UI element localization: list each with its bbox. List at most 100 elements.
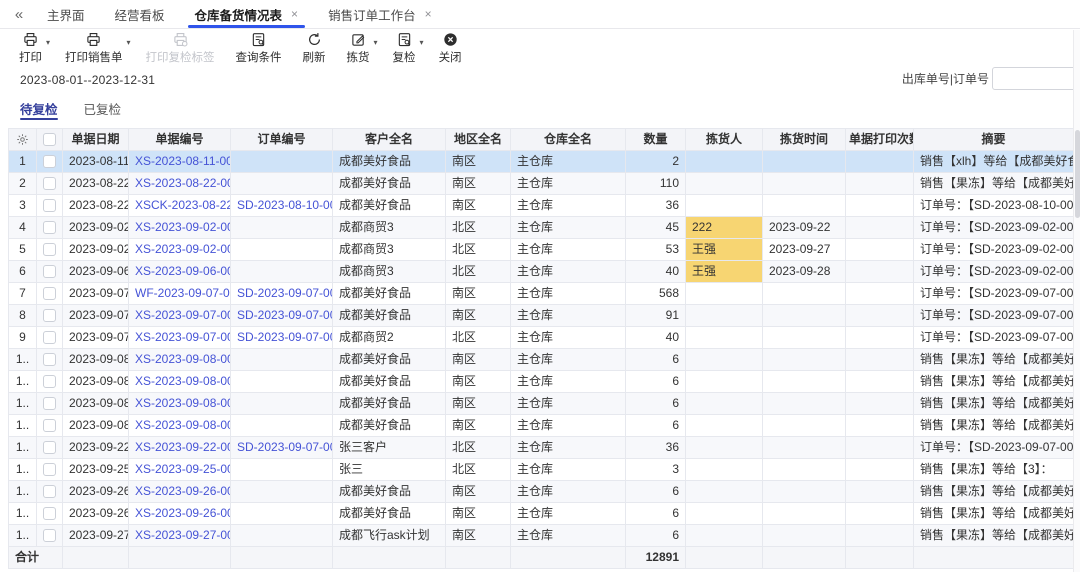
tab-warehouse-report[interactable]: 仓库备货情况表 × <box>180 0 314 28</box>
cell-doc-number[interactable]: XS-2023-09-08-00026 <box>128 392 231 415</box>
row-checkbox[interactable] <box>43 265 56 279</box>
table-row[interactable]: 4 2023-09-02 XS-2023-09-02-00016 成都商贸3 北… <box>8 216 1074 239</box>
cell-doc-number[interactable]: XS-2023-09-27-00034 <box>128 524 231 547</box>
cell-order-number[interactable] <box>230 524 333 547</box>
row-checkbox[interactable] <box>43 353 56 367</box>
tab-close-icon[interactable]: × <box>425 7 432 21</box>
cell-order-number[interactable]: SD-2023-09-07-00009 <box>230 282 333 305</box>
cell-doc-number[interactable]: XS-2023-09-25-00031 <box>128 458 231 481</box>
col-summary[interactable]: 摘要 <box>913 128 1074 151</box>
cell-order-number[interactable] <box>230 392 333 415</box>
row-checkbox[interactable] <box>43 221 56 235</box>
table-row[interactable]: 1 2023-08-11 XS-2023-08-11-00013 成都美好食品 … <box>8 150 1074 173</box>
cell-doc-number[interactable]: XS-2023-09-06-00018 <box>128 260 231 283</box>
row-checkbox[interactable] <box>43 419 56 433</box>
table-row[interactable]: 3 2023-08-22 XSCK-2023-08-22-00001 SD-20… <box>8 194 1074 217</box>
gear-icon[interactable] <box>12 130 33 150</box>
row-checkbox[interactable] <box>43 243 56 257</box>
col-pick-time[interactable]: 拣货时间 <box>762 128 846 151</box>
cell-order-number[interactable] <box>230 172 333 195</box>
table-row[interactable]: 9 2023-09-07 XS-2023-09-07-00023 SD-2023… <box>8 326 1074 349</box>
subtab-rechecked[interactable]: 已复检 <box>84 93 122 124</box>
table-row[interactable]: 5 2023-09-02 XS-2023-09-02-00017 成都商贸3 北… <box>8 238 1074 261</box>
cell-doc-number[interactable]: XS-2023-08-22-00014 <box>128 172 231 195</box>
cell-doc-number[interactable]: XS-2023-09-02-00017 <box>128 238 231 261</box>
tab-dashboard[interactable]: 经营看板 <box>100 0 180 28</box>
row-checkbox[interactable] <box>43 287 56 301</box>
cell-doc-number[interactable]: XSCK-2023-08-22-00001 <box>128 194 231 217</box>
row-checkbox[interactable] <box>43 177 56 191</box>
row-checkbox[interactable] <box>43 155 56 169</box>
cell-doc-number[interactable]: XS-2023-09-26-00032 <box>128 480 231 503</box>
recheck-button[interactable]: 复检 ▾ <box>386 32 425 65</box>
chevron-down-icon[interactable]: ▾ <box>127 38 131 47</box>
table-row[interactable]: 2 2023-08-22 XS-2023-08-22-00014 成都美好食品 … <box>8 172 1074 195</box>
cell-doc-number[interactable]: XS-2023-08-11-00013 <box>128 150 231 173</box>
cell-doc-number[interactable]: XS-2023-09-08-00025 <box>128 370 231 393</box>
row-checkbox[interactable] <box>43 529 56 543</box>
row-checkbox[interactable] <box>43 507 56 521</box>
scrollbar-thumb[interactable] <box>1075 130 1080 218</box>
row-checkbox[interactable] <box>43 463 56 477</box>
col-customer[interactable]: 客户全名 <box>332 128 446 151</box>
cell-order-number[interactable] <box>230 480 333 503</box>
cell-doc-number[interactable]: XS-2023-09-07-00023 <box>128 326 231 349</box>
tab-main[interactable]: 主界面 <box>32 0 100 28</box>
col-warehouse[interactable]: 仓库全名 <box>510 128 626 151</box>
col-order-number[interactable]: 订单编号 <box>230 128 333 151</box>
cell-order-number[interactable] <box>230 260 333 283</box>
close-button[interactable]: 关闭 <box>432 32 469 65</box>
row-checkbox[interactable] <box>43 331 56 345</box>
cell-order-number[interactable] <box>230 370 333 393</box>
cell-order-number[interactable]: SD-2023-08-10-00002 <box>230 194 333 217</box>
vertical-scrollbar[interactable] <box>1073 30 1080 572</box>
pick-goods-button[interactable]: 拣货 ▾ <box>340 32 379 65</box>
print-button[interactable]: 打印 ▾ <box>12 32 51 65</box>
subtab-pending-recheck[interactable]: 待复检 <box>20 93 58 124</box>
table-row[interactable]: 1.. 2023-09-22 XS-2023-09-22-00030 SD-20… <box>8 436 1074 459</box>
cell-doc-number[interactable]: XS-2023-09-02-00016 <box>128 216 231 239</box>
table-row[interactable]: 7 2023-09-07 WF-2023-09-07-00003 SD-2023… <box>8 282 1074 305</box>
row-checkbox[interactable] <box>43 375 56 389</box>
refresh-button[interactable]: 刷新 <box>296 32 333 65</box>
col-print-count[interactable]: 单据打印次数 <box>845 128 914 151</box>
tab-sales-workbench[interactable]: 销售订单工作台 × <box>313 0 447 28</box>
cell-doc-number[interactable]: XS-2023-09-07-00022 <box>128 304 231 327</box>
chevron-down-icon[interactable]: ▾ <box>374 38 378 47</box>
cell-order-number[interactable] <box>230 502 333 525</box>
table-row[interactable]: 1.. 2023-09-08 XS-2023-09-08-00024 成都美好食… <box>8 348 1074 371</box>
row-checkbox[interactable] <box>43 397 56 411</box>
col-quantity[interactable]: 数量 <box>625 128 686 151</box>
chevron-down-icon[interactable]: ▾ <box>420 38 424 47</box>
cell-order-number[interactable]: SD-2023-09-07-00017 <box>230 304 333 327</box>
date-range-text[interactable]: 2023-08-01--2023-12-31 <box>20 73 155 87</box>
table-row[interactable]: 8 2023-09-07 XS-2023-09-07-00022 SD-2023… <box>8 304 1074 327</box>
cell-doc-number[interactable]: XS-2023-09-08-00024 <box>128 348 231 371</box>
query-conditions-button[interactable]: 查询条件 <box>229 32 289 65</box>
cell-order-number[interactable]: SD-2023-09-07-00014 <box>230 326 333 349</box>
table-row[interactable]: 1.. 2023-09-08 XS-2023-09-08-00025 成都美好食… <box>8 370 1074 393</box>
cell-order-number[interactable]: SD-2023-09-07-00005 <box>230 436 333 459</box>
chevron-down-icon[interactable]: ▾ <box>46 38 50 47</box>
select-all-checkbox[interactable] <box>43 133 56 147</box>
row-checkbox[interactable] <box>43 199 56 213</box>
cell-order-number[interactable] <box>230 238 333 261</box>
cell-doc-number[interactable]: XS-2023-09-26-00033 <box>128 502 231 525</box>
table-row[interactable]: 1.. 2023-09-08 XS-2023-09-08-00026 成都美好食… <box>8 392 1074 415</box>
table-row[interactable]: 1.. 2023-09-27 XS-2023-09-27-00034 成都飞行a… <box>8 524 1074 547</box>
col-picker[interactable]: 拣货人 <box>685 128 763 151</box>
cell-doc-number[interactable]: WF-2023-09-07-00003 <box>128 282 231 305</box>
tab-close-icon[interactable]: × <box>291 7 298 21</box>
table-row[interactable]: 1.. 2023-09-26 XS-2023-09-26-00033 成都美好食… <box>8 502 1074 525</box>
row-checkbox[interactable] <box>43 309 56 323</box>
table-row[interactable]: 1.. 2023-09-08 XS-2023-09-08-00027 成都美好食… <box>8 414 1074 437</box>
col-doc-date[interactable]: 单据日期 <box>62 128 129 151</box>
col-doc-number[interactable]: 单据编号 <box>128 128 231 151</box>
table-row[interactable]: 6 2023-09-06 XS-2023-09-06-00018 成都商贸3 北… <box>8 260 1074 283</box>
col-region[interactable]: 地区全名 <box>445 128 511 151</box>
collapse-sidebar-icon[interactable]: « <box>6 0 32 28</box>
table-row[interactable]: 1.. 2023-09-25 XS-2023-09-25-00031 张三 北区… <box>8 458 1074 481</box>
cell-order-number[interactable] <box>230 458 333 481</box>
row-checkbox[interactable] <box>43 441 56 455</box>
cell-order-number[interactable] <box>230 414 333 437</box>
